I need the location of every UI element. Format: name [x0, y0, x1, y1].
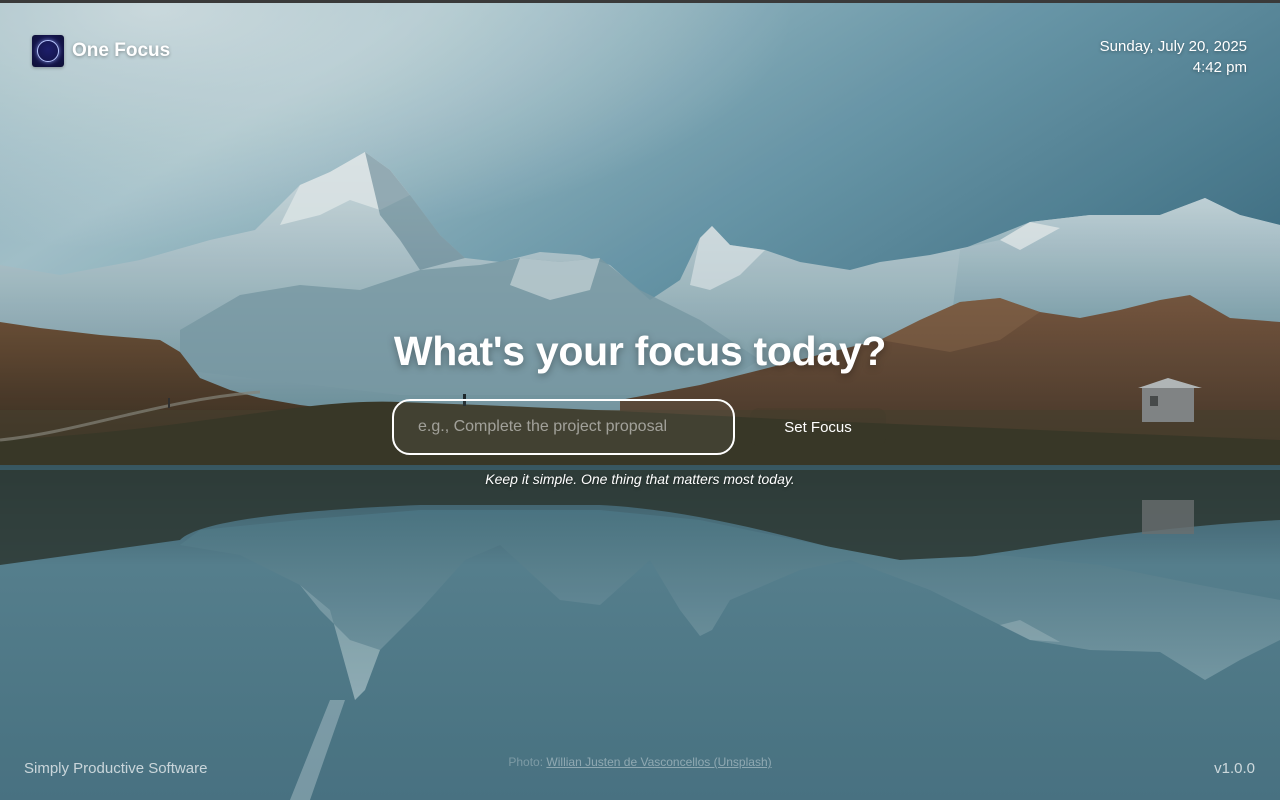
version-label: v1.0.0 [1214, 760, 1255, 777]
photo-credit: Photo: Willian Justen de Vasconcellos (U… [0, 755, 1280, 769]
set-focus-button[interactable]: Set Focus [750, 408, 886, 446]
app-name: One Focus [72, 40, 171, 61]
datetime: Sunday, July 20, 2025 4:42 pm [1100, 36, 1247, 78]
photo-credit-link[interactable]: Willian Justen de Vasconcellos (Unsplash… [546, 755, 771, 769]
focus-input[interactable] [392, 399, 735, 455]
photo-credit-prefix: Photo: [508, 755, 544, 769]
ring-icon [32, 35, 64, 67]
page-title: What's your focus today? [393, 328, 887, 374]
brand: One Focus [32, 35, 170, 67]
logo-ring [37, 40, 59, 62]
hint-text: Keep it simple. One thing that matters m… [485, 471, 795, 487]
current-time: 4:42 pm [1192, 59, 1247, 76]
current-date: Sunday, July 20, 2025 [1099, 38, 1247, 55]
focus-panel: What's your focus today? Set Focus Keep … [0, 326, 1280, 487]
focus-form: Set Focus [392, 399, 892, 455]
app-window: One Focus Sunday, July 20, 2025 4:42 pm … [0, 0, 1280, 800]
window-top-border [0, 0, 1280, 3]
